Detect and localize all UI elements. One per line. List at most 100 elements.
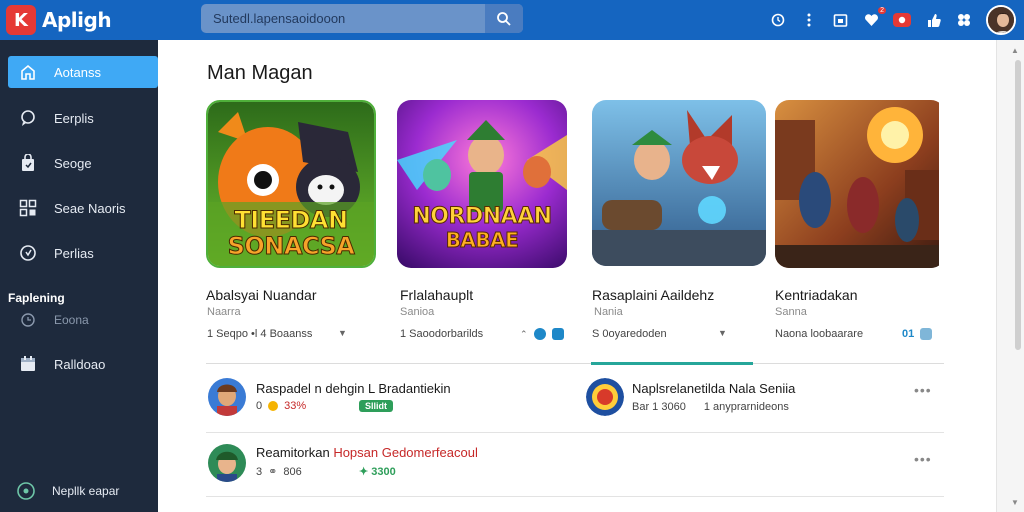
game-card-1-art[interactable]: TIEEDAN SONACSA	[206, 100, 376, 268]
list-item-3-title[interactable]: Reamitorkan Hopsan Gedomerfeacoul	[256, 445, 478, 460]
game-art-title-line2: BABAE	[445, 228, 519, 253]
game-card-2-meta: 1 Saoodorbarilds	[400, 328, 484, 340]
chevron-icon[interactable]: ⌃	[520, 329, 528, 340]
sidebar-section-heading: Faplening	[8, 291, 65, 305]
game-card-1-subtitle: Naarra	[207, 306, 241, 318]
search-button[interactable]	[485, 4, 523, 33]
tag-circle-icon	[533, 328, 546, 340]
row-divider	[206, 432, 944, 433]
sidebar-section-item-label: Eoona	[54, 313, 89, 327]
game-art-3	[592, 100, 766, 266]
list-item-3-green-value: 3300	[371, 466, 396, 478]
sidebar-item-library[interactable]: Ralldoao	[8, 348, 158, 380]
list-item-3-title-accent: Hopsan Gedomerfeacoul	[333, 445, 478, 460]
clock-icon[interactable]	[769, 11, 787, 29]
game-card-3-meta: S 0oyaredoden	[592, 328, 667, 340]
list-item-1-badge-wrap: Sllidt	[359, 400, 393, 412]
sidebar-footer-label: Nepllk eapar	[52, 484, 120, 498]
scroll-thumb[interactable]	[1015, 60, 1021, 350]
row-divider	[206, 496, 944, 497]
sidebar-item-chats[interactable]: Eerplis	[8, 102, 158, 134]
game-card-2-art[interactable]: NORDNAAN BABAE	[397, 100, 567, 268]
game-card-1-meta: 1 Seqpo •l 4 Boaanss	[207, 328, 313, 340]
sidebar-item-label: Seoge	[54, 155, 92, 171]
sidebar-item-home[interactable]: Aotanss	[8, 56, 158, 88]
game-card-4-meta: Naona loobaarare	[775, 328, 864, 340]
page-title: Man Magan	[207, 62, 313, 84]
calendar-icon[interactable]	[831, 11, 849, 29]
apps-icon[interactable]	[955, 11, 973, 29]
game-card-4-title[interactable]: Kentriadakan	[775, 287, 858, 303]
tag-square-icon	[920, 328, 933, 340]
sidebar-item-label: Aotanss	[54, 64, 101, 80]
info-icon	[18, 243, 38, 263]
game-card-1-title[interactable]: Abalsyai Nuandar	[206, 287, 317, 303]
sidebar-item-label: Seae Naoris	[54, 200, 126, 216]
history-icon	[18, 310, 38, 330]
game-card-4-subtitle: Sanna	[775, 306, 807, 318]
game-art-title-line1: NORDNAAN	[412, 204, 553, 230]
game-art-title-line1: TIEEDAN	[234, 206, 349, 235]
sidebar-item-profile[interactable]: Perlias	[8, 237, 158, 269]
list-item-3-title-main: Reamitorkan	[256, 445, 334, 460]
thumbs-up-icon[interactable]	[924, 11, 942, 29]
tab-active-indicator	[591, 362, 753, 365]
game-card-4-badge: 01	[902, 328, 915, 340]
scroll-down-icon[interactable]: ▼	[1011, 498, 1019, 507]
game-card-2-title[interactable]: Frlalahauplt	[400, 287, 473, 303]
home-icon	[18, 62, 38, 82]
list-item-3-more-icon[interactable]: •••	[914, 451, 932, 467]
sidebar-footer[interactable]: Nepllk eapar	[16, 481, 119, 501]
tab-divider	[206, 363, 944, 364]
sidebar-item-label: Perlias	[54, 245, 94, 261]
list-item-3-avatar[interactable]	[208, 444, 246, 482]
game-card-3-art[interactable]	[592, 100, 766, 266]
list-item-1-title[interactable]: Raspadel n dehgin L Bradantiekin	[256, 381, 451, 396]
list-item-3-count: 3	[256, 465, 263, 478]
list-item-2-more-icon[interactable]: •••	[914, 382, 932, 398]
game-card-2-tags: ⌃	[520, 328, 564, 340]
more-vertical-icon[interactable]	[800, 11, 818, 29]
users-icon: ⚭	[268, 466, 278, 478]
chevron-down-icon[interactable]: ▼	[338, 328, 347, 338]
sidebar-item-label: Ralldoao	[54, 356, 106, 372]
heart-icon[interactable]: 2	[862, 7, 886, 29]
game-card-3-title[interactable]: Rasaplaini Aaildehz	[592, 287, 714, 303]
search-bar	[201, 4, 523, 33]
search-input[interactable]	[201, 4, 485, 33]
list-item-1-avatar[interactable]	[208, 378, 246, 416]
chevron-down-icon[interactable]: ▼	[718, 328, 727, 338]
game-card-4-tags: 01	[902, 328, 933, 340]
top-icons: 2	[769, 0, 1016, 40]
grid-icon	[18, 198, 38, 218]
brand[interactable]: K Apligh	[0, 5, 158, 35]
list-item-1-meta: 0 33%	[256, 400, 306, 412]
sidebar: Aotanss Eerplis Seoge Seae Naoris Perlia…	[0, 40, 158, 512]
scrollbar[interactable]: ▲ ▼	[996, 40, 1024, 512]
sidebar-item-store[interactable]: Seoge	[8, 147, 158, 179]
coin-icon	[268, 401, 279, 411]
list-item-2-avatar[interactable]	[586, 378, 624, 416]
video-icon[interactable]	[893, 11, 911, 29]
chat-icon	[18, 108, 38, 128]
scroll-up-icon[interactable]: ▲	[1011, 46, 1019, 55]
sidebar-item-label: Eerplis	[54, 110, 94, 126]
game-card-4-art[interactable]	[775, 100, 945, 268]
list-item-1-badge: Sllidt	[359, 400, 393, 412]
user-avatar[interactable]	[986, 5, 1016, 35]
game-art-4	[775, 100, 939, 268]
list-item-3-green: ✦ 3300	[359, 466, 396, 478]
list-item-3-value: 806	[283, 465, 302, 478]
list-item-2-meta-a: Bar 1 3060	[632, 401, 686, 413]
settings-icon	[16, 481, 36, 501]
sidebar-section-item[interactable]: Eoona	[18, 310, 89, 330]
sidebar-item-categories[interactable]: Seae Naoris	[8, 192, 158, 224]
list-item-1-count: 0	[256, 400, 263, 412]
game-art-title-line2: SONACSA	[227, 232, 355, 261]
list-item-2-title[interactable]: Naplsrelanetilda Nala Seniia	[632, 381, 795, 396]
notification-badge: 2	[878, 7, 886, 14]
top-bar: K Apligh 2	[0, 0, 1024, 40]
list-item-3-meta: 3 ⚭ 806	[256, 465, 302, 479]
bag-icon	[18, 153, 38, 173]
list-item-2-meta: Bar 1 3060 1 anyprarnideons	[632, 401, 789, 413]
